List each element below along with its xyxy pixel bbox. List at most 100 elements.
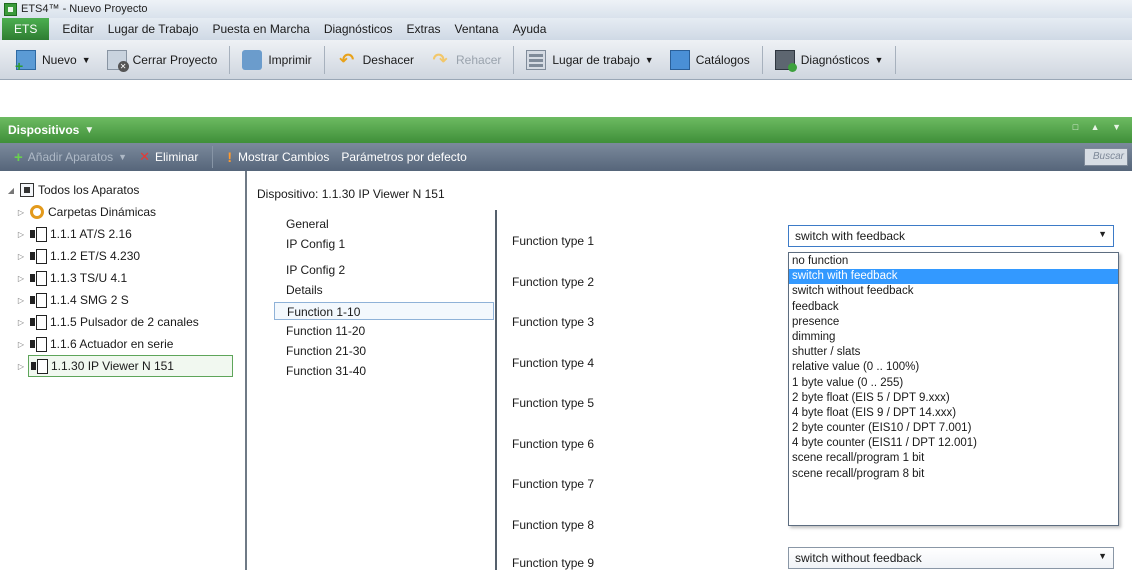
new-button[interactable]: Nuevo ▼ [8,45,99,75]
device-tree: ◢ Todos los Aparatos ▷ Carpetas Dinámica… [0,171,247,570]
undo-label: Deshacer [362,52,414,67]
tree-item-root[interactable]: ◢ Todos los Aparatos [0,179,245,201]
expand-triangle-icon[interactable]: ▷ [14,296,28,305]
diagnostics-button[interactable]: Diagnósticos ▼ [767,45,892,75]
tree-item-device[interactable]: ▷ 1.1.1 AT/S 2.16 [0,223,245,245]
combo-value: switch with feedback [795,229,906,243]
chevron-down-icon[interactable]: ▼ [84,125,94,136]
menu-ayuda[interactable]: Ayuda [506,18,554,40]
search-input[interactable]: Buscar [1084,148,1128,166]
expand-triangle-icon[interactable]: ▷ [14,318,28,327]
chevron-down-icon[interactable]: ▼ [1098,551,1107,561]
panel-title: Dispositivos [8,123,80,137]
dropdown-option[interactable]: 2 byte float (EIS 5 / DPT 9.xxx) [789,391,1118,406]
print-button[interactable]: Imprimir [234,45,319,75]
dropdown-option[interactable]: scene recall/program 8 bit [789,467,1118,482]
menu-puesta-en-marcha[interactable]: Puesta en Marcha [205,18,316,40]
show-changes-label: Mostrar Cambios [238,150,330,164]
param-label: Function type 4 [512,356,595,370]
new-button-label: Nuevo [42,52,77,67]
add-devices-button[interactable]: + Añadir Aparatos ▼ [8,143,133,171]
dropdown-option[interactable]: 4 byte float (EIS 9 / DPT 14.xxx) [789,406,1118,421]
dropdown-option[interactable]: feedback [789,300,1118,315]
nav-item-function-31-40[interactable]: Function 31-40 [274,362,496,380]
dropdown-option[interactable]: presence [789,315,1118,330]
tree-item-dynamic-folders[interactable]: ▷ Carpetas Dinámicas [0,201,245,223]
delete-label: Eliminar [154,150,199,164]
tree-item-device[interactable]: ▷ 1.1.2 ET/S 4.230 [0,245,245,267]
nav-item-function-1-10[interactable]: Function 1-10 [274,302,494,320]
panel-header[interactable]: Dispositivos ▼ □ ▲ ▼ [0,117,1132,143]
redo-icon: ↷ [432,49,448,70]
device-icon [31,359,48,374]
show-changes-button[interactable]: ! Mostrar Cambios [221,143,335,171]
chevron-down-icon: ▼ [118,152,128,162]
menu-ets[interactable]: ETS [2,18,50,40]
tree-item-label: 1.1.3 TS/U 4.1 [50,271,128,285]
menu-editar[interactable]: Editar [55,18,100,40]
workspace-button[interactable]: Lugar de trabajo ▼ [518,45,661,75]
diagnostics-icon [774,49,797,72]
nav-item-details[interactable]: Details [274,281,496,299]
param-label: Function type 9 [512,556,595,570]
default-params-button[interactable]: Parámetros por defecto [335,143,472,171]
dropdown-option[interactable]: 1 byte value (0 .. 255) [789,376,1118,391]
tree-item-label: 1.1.5 Pulsador de 2 canales [50,315,199,329]
tree-item-device[interactable]: ▷ 1.1.4 SMG 2 S [0,289,245,311]
toolbar-separator [212,146,214,168]
nav-item-general[interactable]: General [274,215,496,233]
expand-triangle-icon[interactable]: ▷ [14,362,28,371]
expand-triangle-icon[interactable]: ▷ [14,252,28,261]
tree-item-label: Todos los Aparatos [38,183,140,197]
dropdown-option[interactable]: scene recall/program 1 bit [789,451,1118,466]
diagnostics-label: Diagnósticos [800,52,870,67]
delete-button[interactable]: ✕ Eliminar [133,143,204,171]
tree-item-device[interactable]: ▷ 1.1.3 TS/U 4.1 [0,267,245,289]
collapse-triangle-icon[interactable]: ◢ [4,186,18,195]
delete-icon: ✕ [139,149,150,164]
undo-button[interactable]: ↶ Deshacer [329,45,422,75]
default-params-label: Parámetros por defecto [341,150,467,164]
window-title: ETS4™ - Nuevo Proyecto [21,3,148,15]
dropdown-option[interactable]: shutter / slats [789,345,1118,360]
function-type-9-combo[interactable]: switch without feedback ▼ [788,547,1114,569]
dropdown-option[interactable]: 4 byte counter (EIS11 / DPT 12.001) [789,436,1118,451]
device-icon [30,271,47,286]
function-type-1-combo[interactable]: switch with feedback ▼ [788,225,1114,247]
panel-window-controls[interactable]: □ ▲ ▼ [1073,122,1126,132]
device-icon [30,315,47,330]
chevron-down-icon[interactable]: ▼ [1098,229,1107,239]
tree-selection-box[interactable]: 1.1.30 IP Viewer N 151 [28,355,233,377]
toolbar-separator [895,45,897,74]
tree-item-device[interactable]: ▷ 1.1.5 Pulsador de 2 canales [0,311,245,333]
tree-item-label: 1.1.6 Actuador en serie [50,337,174,351]
expand-triangle-icon[interactable]: ▷ [14,274,28,283]
device-icon [30,293,47,308]
expand-triangle-icon[interactable]: ▷ [14,230,28,239]
dropdown-option[interactable]: no function [789,254,1118,269]
nav-item-function-21-30[interactable]: Function 21-30 [274,342,496,360]
menu-diagnosticos[interactable]: Diagnósticos [317,18,400,40]
menu-lugar-de-trabajo[interactable]: Lugar de Trabajo [101,18,206,40]
close-project-button[interactable]: Cerrar Proyecto [99,45,226,75]
nav-item-ip-config-1[interactable]: IP Config 1 [274,235,496,253]
redo-button[interactable]: ↷ Rehacer [422,45,509,75]
catalog-icon [669,49,690,70]
dropdown-option[interactable]: 2 byte counter (EIS10 / DPT 7.001) [789,421,1118,436]
nav-item-function-11-20[interactable]: Function 11-20 [274,322,496,340]
menu-ventana[interactable]: Ventana [448,18,506,40]
expand-triangle-icon[interactable]: ▷ [14,208,28,217]
catalogs-button[interactable]: Catálogos [662,45,758,75]
tree-item-device[interactable]: ▷ 1.1.6 Actuador en serie [0,333,245,355]
menu-extras[interactable]: Extras [400,18,448,40]
dropdown-option-selected[interactable]: switch with feedback [789,269,1118,285]
pane-divider[interactable] [495,210,497,570]
expand-triangle-icon[interactable]: ▷ [14,340,28,349]
tree-item-device-selected[interactable]: ▷ 1.1.30 IP Viewer N 151 [0,355,245,377]
new-project-icon [15,49,36,74]
dropdown-option[interactable]: dimming [789,330,1118,345]
dropdown-option[interactable]: relative value (0 .. 100%) [789,360,1118,375]
devices-toolbar: + Añadir Aparatos ▼ ✕ Eliminar ! Mostrar… [0,143,1132,171]
dropdown-option[interactable]: switch without feedback [789,284,1118,299]
nav-item-ip-config-2[interactable]: IP Config 2 [274,261,496,279]
